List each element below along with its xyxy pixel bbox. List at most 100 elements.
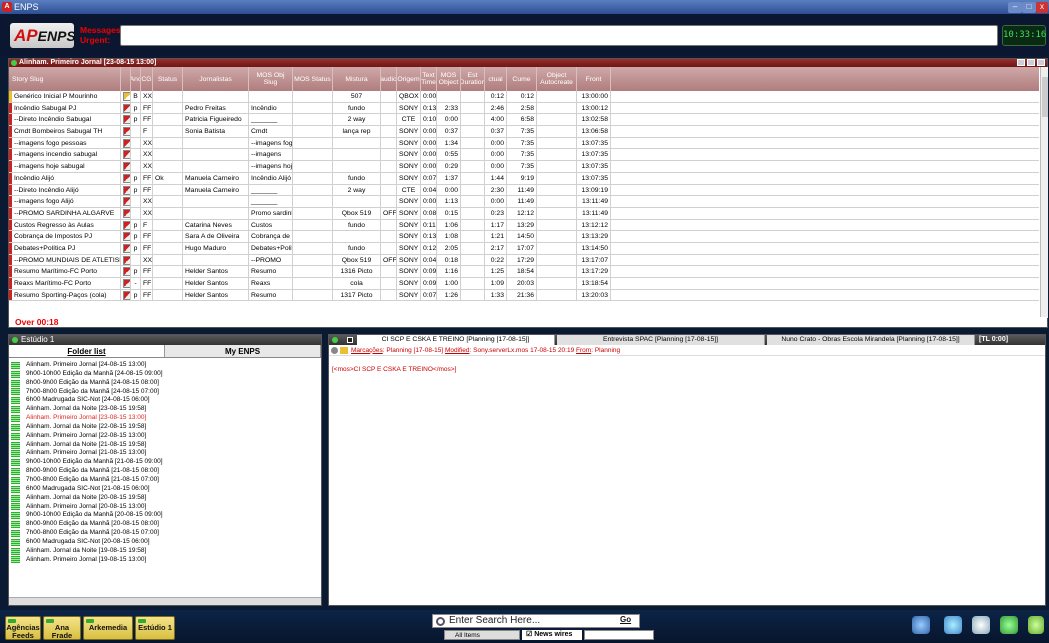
rundown-scrollbar[interactable] bbox=[1040, 67, 1048, 318]
minimize-panel-icon[interactable] bbox=[1027, 59, 1035, 66]
table-row[interactable]: Resumo Marítimo-FC Porto p FF Helder Santos… bbox=[9, 266, 1039, 278]
news-wires-select[interactable] bbox=[584, 630, 654, 640]
pin-icon[interactable] bbox=[1017, 59, 1025, 66]
table-cell[interactable]: --Direto Incêndio Sabugal bbox=[9, 114, 121, 126]
table-row[interactable]: Incêndio Alijó p FF Ok Manuela Carneiro Incên… bbox=[9, 172, 1039, 185]
tab-story-1[interactable]: CI SCP E CSKA E TREINO [Planning [17-08-… bbox=[357, 335, 555, 345]
maximize-button[interactable]: □ bbox=[1022, 2, 1036, 13]
folder-list-item[interactable]: Alinham. Jornal da Noite [19-08-15 19:58… bbox=[11, 547, 321, 556]
tray-icon-2[interactable] bbox=[944, 616, 962, 634]
table-row[interactable]: Cobrança de Impostos PJ p FF Sara A de Oliv… bbox=[9, 231, 1039, 243]
column-header[interactable]: Anc bbox=[131, 67, 141, 91]
column-header[interactable]: CG bbox=[141, 67, 153, 91]
folder-list-item[interactable]: 7h00-8h00 Edição da Manhã [21-08-15 07:0… bbox=[11, 476, 321, 485]
column-header[interactable]: Est Duration bbox=[461, 67, 485, 91]
folder-list-item[interactable]: 8h00-9h00 Edição da Manhã [24-08-15 08:0… bbox=[11, 379, 321, 388]
table-cell[interactable]: --PROMO SARDINHA ALGARVE bbox=[9, 207, 121, 219]
folder-list-item[interactable]: 9h00-10h00 Edição da Manhã [21-08-15 09:… bbox=[11, 458, 321, 467]
column-header[interactable]: Story Slug bbox=[9, 67, 121, 91]
table-row[interactable]: --imagens hoje sabugal XX --imagens hoje SO… bbox=[9, 161, 1039, 173]
table-row[interactable]: --PROMO MUNDIAIS DE ATLETISMO XX --PROMO Qb… bbox=[9, 254, 1039, 267]
folder-list-item[interactable]: Alinham. Primeiro Jornal [19-08-15 13:00… bbox=[11, 556, 321, 565]
table-row[interactable]: --Direto Incêndio Sabugal p FF Patricia Fig… bbox=[9, 114, 1039, 127]
table-row[interactable]: --imagens fogo pessoas XX --imagens fogo SO… bbox=[9, 137, 1039, 150]
table-cell[interactable]: Cobrança de Impostos PJ bbox=[9, 231, 121, 242]
toggle-icon[interactable] bbox=[347, 337, 353, 343]
column-header[interactable]: Origem bbox=[397, 67, 421, 91]
tab-my-enps[interactable]: My ENPS bbox=[165, 345, 321, 357]
folder-list-item[interactable]: Alinham. Jornal da Noite [23-08-15 19:58… bbox=[11, 405, 321, 414]
table-row[interactable]: Incêndio Sabugal PJ p FF Pedro Freitas Incên… bbox=[9, 102, 1039, 115]
all-items-select[interactable]: All Items bbox=[444, 630, 520, 640]
tab-story-3[interactable]: Nuno Crato - Obras Escola Mirandela [Pla… bbox=[767, 335, 975, 345]
table-cell[interactable]: Incêndio Sabugal PJ bbox=[9, 102, 121, 114]
folder-list-item[interactable]: Alinham. Primeiro Jornal [24-08-15 13:00… bbox=[11, 361, 321, 370]
folder-list-item[interactable]: 6h00 Madrugada SIC-Not [21-08-15 06:00] bbox=[11, 485, 321, 494]
folder-list-item[interactable]: Alinham. Jornal da Noite [20-08-15 19:58… bbox=[11, 494, 321, 503]
table-row[interactable]: Cmdt Bombeiros Sabugal TH F Sonia Batista C… bbox=[9, 126, 1039, 138]
story-body[interactable]: [<mos>CI SCP E CSKA E TREINO</mos>] bbox=[329, 356, 1045, 383]
table-row[interactable]: Custos Regresso às Aulas p F Catarina Neves… bbox=[9, 219, 1039, 232]
folder-list-item[interactable]: Alinham. Jornal da Noite [21-08-15 19:58… bbox=[11, 441, 321, 450]
column-header[interactable]: Object Autocreate bbox=[537, 67, 577, 91]
news-wires-checkbox[interactable]: ☑ News wires bbox=[522, 630, 582, 640]
table-cell[interactable]: Cmdt Bombeiros Sabugal TH bbox=[9, 126, 121, 137]
table-row[interactable]: Genérico Inicial P Mourinho B XX 507 QBOX 0:0… bbox=[9, 91, 1039, 103]
table-cell[interactable]: --imagens hoje sabugal bbox=[9, 161, 121, 172]
table-row[interactable]: Resumo Sporting-Paços (cola) p FF Helder Sa… bbox=[9, 289, 1039, 302]
tray-icon-1[interactable] bbox=[912, 616, 930, 634]
table-cell[interactable]: Resumo Marítimo-FC Porto bbox=[9, 266, 121, 277]
tray-icon-5[interactable] bbox=[1028, 616, 1044, 634]
table-cell[interactable]: Genérico Inicial P Mourinho bbox=[9, 91, 121, 102]
table-row[interactable]: --PROMO SARDINHA ALGARVE XX Promo sardinha… bbox=[9, 207, 1039, 220]
column-header[interactable] bbox=[121, 67, 131, 91]
column-header[interactable]: Text Time bbox=[421, 67, 437, 91]
folder-list-item[interactable]: Alinham. Primeiro Jornal [21-08-15 13:00… bbox=[11, 449, 321, 458]
go-button[interactable]: Go bbox=[620, 615, 638, 627]
column-header[interactable]: Cume bbox=[507, 67, 537, 91]
close-button[interactable]: x bbox=[1036, 2, 1048, 13]
column-header[interactable]: Status bbox=[153, 67, 183, 91]
table-cell[interactable]: --imagens fogo pessoas bbox=[9, 137, 121, 149]
table-cell[interactable]: --imagens incendio sabugal bbox=[9, 149, 121, 161]
folder-list-item[interactable]: Alinham. Primeiro Jornal [23-08-15 13:00… bbox=[11, 414, 321, 423]
table-cell[interactable]: Custos Regresso às Aulas bbox=[9, 219, 121, 231]
table-cell[interactable]: Incêndio Alijó bbox=[9, 172, 121, 184]
estudio-1-button[interactable]: Estúdio 1 bbox=[135, 616, 175, 640]
tray-icon-4[interactable] bbox=[1000, 616, 1018, 634]
column-header[interactable]: MOS Object bbox=[437, 67, 461, 91]
column-header[interactable]: MOS Status bbox=[293, 67, 333, 91]
folder-list-item[interactable]: 6h00 Madrugada SIC-Not [20-08-15 06:00] bbox=[11, 538, 321, 547]
tray-icon-3[interactable] bbox=[972, 616, 990, 634]
table-cell[interactable]: --PROMO MUNDIAIS DE ATLETISMO bbox=[9, 254, 121, 266]
table-row[interactable]: Debates+Política PJ p FF Hugo Maduro Debates… bbox=[9, 242, 1039, 255]
table-row[interactable]: --Direto Incêndio Alijó p FF Manuela Carnei… bbox=[9, 184, 1039, 197]
column-header[interactable]: Mistura bbox=[333, 67, 381, 91]
folder-list-item[interactable]: 8h00-9h00 Edição da Manhã [20-08-15 08:0… bbox=[11, 520, 321, 529]
folder-list-item[interactable]: 8h00-9h00 Edição da Manhã [21-08-15 08:0… bbox=[11, 467, 321, 476]
table-row[interactable]: --imagens fogo Alijó XX _______ SONY 0:00 1:1… bbox=[9, 196, 1039, 208]
tab-folder-list[interactable]: Folder list bbox=[9, 345, 165, 357]
search-input[interactable]: Enter Search Here... bbox=[432, 614, 640, 628]
search-icon[interactable] bbox=[331, 346, 338, 354]
table-cell[interactable]: Reaxs Marítimo-FC Porto bbox=[9, 278, 121, 289]
folder-horizontal-scrollbar[interactable] bbox=[9, 597, 321, 605]
table-row[interactable]: --imagens incendio sabugal XX --imagens SON… bbox=[9, 149, 1039, 162]
column-header[interactable]: ctual bbox=[485, 67, 507, 91]
folder-list-item[interactable]: 6h00 Madrugada SIC-Not [24-08-15 06:00] bbox=[11, 396, 321, 405]
column-header[interactable]: MOS Obj Slug bbox=[249, 67, 293, 91]
folder-list-item[interactable]: 7h00-8h00 Edição da Manhã [24-08-15 07:0… bbox=[11, 388, 321, 397]
folder-list-item[interactable]: Alinham. Primeiro Jornal [22-08-15 13:00… bbox=[11, 432, 321, 441]
column-header[interactable]: Front bbox=[577, 67, 611, 91]
tab-story-2[interactable]: Entrevista SPAC [Planning [17-08-15]] bbox=[557, 335, 765, 345]
arkemedia-button[interactable]: Arkemedia bbox=[83, 616, 133, 640]
column-header[interactable]: audio bbox=[381, 67, 397, 91]
close-panel-icon[interactable] bbox=[1037, 59, 1045, 66]
folder-list-item[interactable]: 9h00-10h00 Edição da Manhã [24-08-15 09:… bbox=[11, 370, 321, 379]
folder-list-item[interactable]: 7h00-8h00 Edição da Manhã [20-08-15 07:0… bbox=[11, 529, 321, 538]
table-cell[interactable]: --Direto Incêndio Alijó bbox=[9, 184, 121, 196]
ana-frade-button[interactable]: Ana Frade bbox=[43, 616, 81, 640]
agencias-feeds-button[interactable]: Agências Feeds bbox=[5, 616, 41, 640]
table-cell[interactable]: Resumo Sporting-Paços (cola) bbox=[9, 289, 121, 301]
table-cell[interactable]: --imagens fogo Alijó bbox=[9, 196, 121, 207]
